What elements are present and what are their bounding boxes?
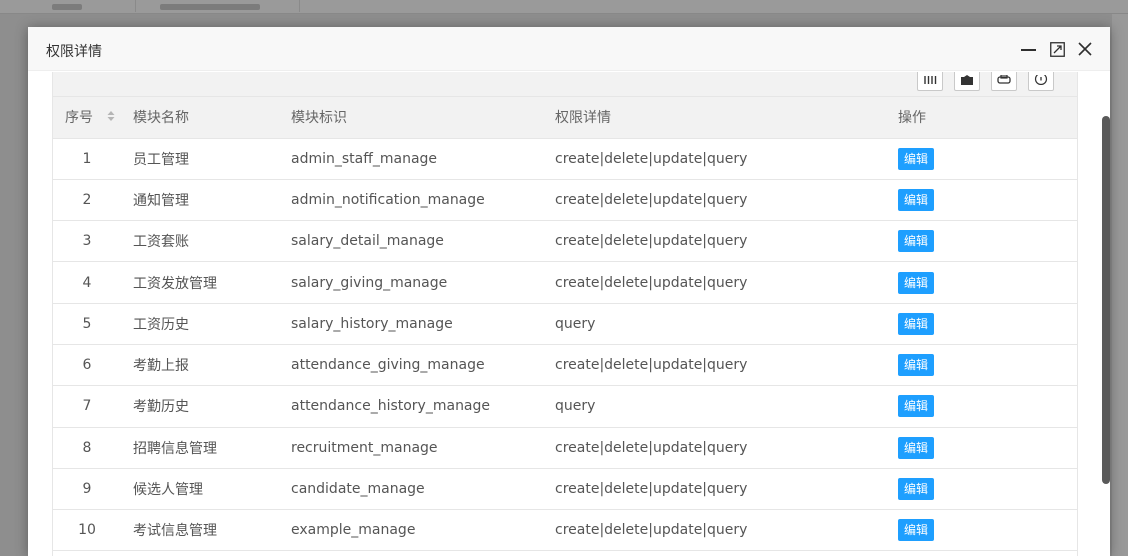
row-permissions: create|delete|update|query bbox=[555, 191, 748, 208]
table-row[interactable]: 3 工资套账 salary_detail_manage create|delet… bbox=[53, 221, 1077, 262]
column-header-op: 操作 bbox=[886, 97, 1077, 139]
row-module-mark: salary_history_manage bbox=[291, 315, 453, 332]
row-no: 1 bbox=[82, 150, 92, 167]
permission-table: 序号 模块名称 模块标识 权限详情 操作 1 员工管理 admin_staff_… bbox=[53, 97, 1077, 551]
background-tab bbox=[40, 0, 136, 12]
modal-body: 序号 模块名称 模块标识 权限详情 操作 1 员工管理 admin_staff_… bbox=[28, 72, 1110, 556]
row-no: 3 bbox=[82, 233, 92, 250]
close-icon[interactable] bbox=[1076, 39, 1094, 59]
row-permissions: create|delete|update|query bbox=[555, 150, 748, 167]
permission-table-container: 序号 模块名称 模块标识 权限详情 操作 1 员工管理 admin_staff_… bbox=[52, 72, 1078, 556]
edit-button[interactable]: 编辑 bbox=[898, 188, 935, 211]
row-permissions: query bbox=[555, 315, 596, 332]
table-row[interactable]: 5 工资历史 salary_history_manage query 编辑 bbox=[53, 303, 1077, 345]
row-no: 4 bbox=[82, 274, 92, 291]
row-permissions: query bbox=[555, 398, 596, 415]
row-module-name: 工资发放管理 bbox=[133, 275, 217, 292]
row-module-name: 候选人管理 bbox=[133, 482, 203, 499]
columns-icon[interactable] bbox=[917, 72, 943, 91]
table-row[interactable]: 6 考勤上报 attendance_giving_manage create|d… bbox=[53, 344, 1077, 386]
row-module-mark: admin_staff_manage bbox=[291, 150, 438, 167]
row-module-name: 考勤上报 bbox=[133, 358, 189, 375]
edit-button[interactable]: 编辑 bbox=[898, 354, 935, 377]
row-module-name: 员工管理 bbox=[133, 151, 189, 168]
sort-icon[interactable] bbox=[107, 110, 115, 126]
maximize-icon[interactable] bbox=[1048, 39, 1066, 59]
edit-button[interactable]: 编辑 bbox=[898, 230, 935, 253]
background-tab bbox=[136, 0, 300, 12]
row-module-mark: candidate_manage bbox=[291, 481, 425, 498]
table-row[interactable]: 8 招聘信息管理 recruitment_manage create|delet… bbox=[53, 427, 1077, 469]
row-permissions: create|delete|update|query bbox=[555, 357, 748, 374]
edit-button[interactable]: 编辑 bbox=[898, 519, 935, 542]
edit-button[interactable]: 编辑 bbox=[898, 312, 935, 335]
background-page-tabs bbox=[0, 0, 1128, 14]
row-permissions: create|delete|update|query bbox=[555, 233, 748, 250]
permission-detail-modal: 权限详情 序号 模块名称 模块标识 权限详情 操作 1 员工管理 admin_s… bbox=[28, 27, 1110, 556]
row-no: 5 bbox=[82, 315, 92, 332]
modal-title: 权限详情 bbox=[46, 44, 102, 60]
modal-title-bar: 权限详情 bbox=[28, 27, 1110, 71]
edit-button[interactable]: 编辑 bbox=[898, 478, 935, 501]
row-no: 8 bbox=[82, 439, 92, 456]
row-module-mark: salary_detail_manage bbox=[291, 233, 444, 250]
row-permissions: create|delete|update|query bbox=[555, 274, 748, 291]
background-page-edge bbox=[1112, 14, 1128, 556]
edit-button[interactable]: 编辑 bbox=[898, 436, 935, 459]
table-row[interactable]: 10 考试信息管理 example_manage create|delete|u… bbox=[53, 510, 1077, 551]
row-no: 9 bbox=[82, 481, 92, 498]
column-header-mark: 模块标识 bbox=[279, 97, 543, 139]
table-row[interactable]: 7 考勤历史 attendance_history_manage query 编… bbox=[53, 386, 1077, 428]
table-row[interactable]: 9 候选人管理 candidate_manage create|delete|u… bbox=[53, 468, 1077, 510]
row-module-mark: admin_notification_manage bbox=[291, 191, 485, 208]
column-header-perm: 权限详情 bbox=[543, 97, 886, 139]
row-module-name: 考试信息管理 bbox=[133, 523, 217, 540]
row-no: 2 bbox=[82, 191, 92, 208]
minimize-icon[interactable] bbox=[1020, 39, 1038, 59]
row-module-name: 考勤历史 bbox=[133, 399, 189, 416]
info-icon[interactable] bbox=[1028, 72, 1054, 91]
row-module-mark: attendance_history_manage bbox=[291, 398, 491, 415]
table-toolbar bbox=[53, 72, 1077, 97]
edit-button[interactable]: 编辑 bbox=[898, 271, 935, 294]
row-module-name: 工资历史 bbox=[133, 316, 189, 333]
row-module-mark: attendance_giving_manage bbox=[291, 357, 485, 374]
row-permissions: create|delete|update|query bbox=[555, 522, 748, 539]
table-header-row: 序号 模块名称 模块标识 权限详情 操作 bbox=[53, 97, 1077, 139]
edit-button[interactable]: 编辑 bbox=[898, 147, 935, 170]
column-header-name: 模块名称 bbox=[121, 97, 279, 139]
table-row[interactable]: 4 工资发放管理 salary_giving_manage create|del… bbox=[53, 262, 1077, 304]
row-module-mark: recruitment_manage bbox=[291, 439, 438, 456]
row-module-mark: example_manage bbox=[291, 522, 416, 539]
row-permissions: create|delete|update|query bbox=[555, 439, 748, 456]
row-module-name: 工资套账 bbox=[133, 234, 189, 251]
row-permissions: create|delete|update|query bbox=[555, 481, 748, 498]
edit-button[interactable]: 编辑 bbox=[898, 395, 935, 418]
column-header-no[interactable]: 序号 bbox=[53, 97, 121, 139]
row-no: 10 bbox=[78, 522, 96, 539]
export-icon[interactable] bbox=[954, 72, 980, 91]
modal-scrollbar[interactable] bbox=[1102, 116, 1110, 484]
row-module-name: 通知管理 bbox=[133, 192, 189, 209]
table-row[interactable]: 1 员工管理 admin_staff_manage create|delete|… bbox=[53, 138, 1077, 180]
row-module-name: 招聘信息管理 bbox=[133, 440, 217, 457]
row-module-mark: salary_giving_manage bbox=[291, 274, 448, 291]
print-icon[interactable] bbox=[991, 72, 1017, 91]
row-no: 7 bbox=[82, 398, 92, 415]
table-row[interactable]: 2 通知管理 admin_notification_manage create|… bbox=[53, 179, 1077, 221]
row-no: 6 bbox=[82, 357, 92, 374]
